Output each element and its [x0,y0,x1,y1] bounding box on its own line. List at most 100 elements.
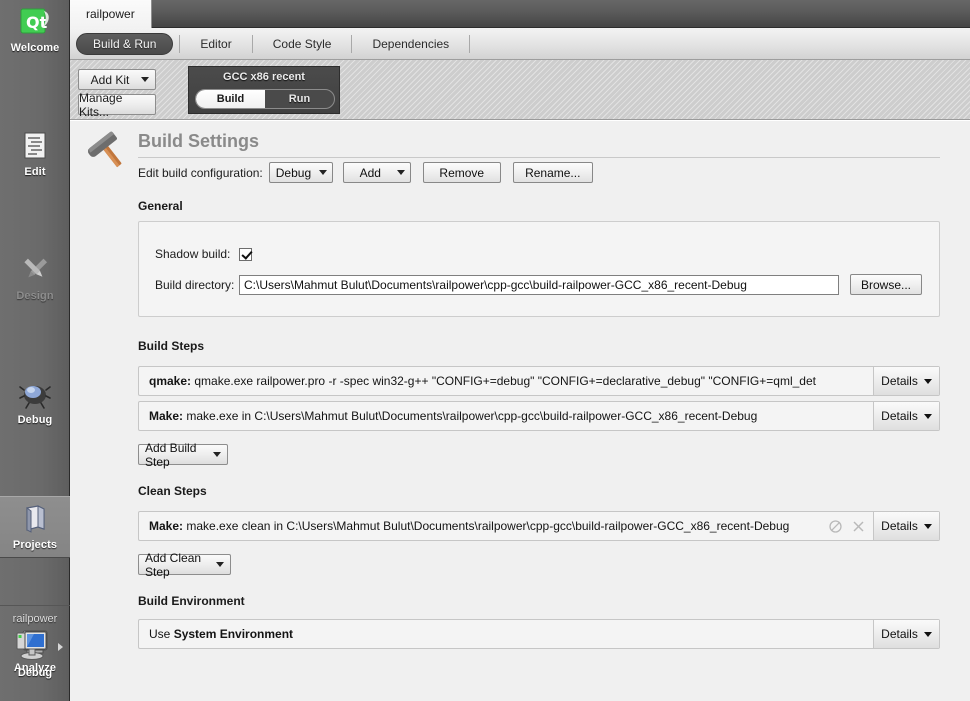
chevron-down-icon [216,562,224,567]
tab-dependencies[interactable]: Dependencies [358,34,463,54]
tab-label: Build & Run [93,36,157,51]
shadow-build-row: Shadow build: [155,247,252,261]
kit-card-gcc-x86-recent[interactable]: GCC x86 recent Build Run [188,66,340,114]
details-label: Details [881,409,918,423]
add-kit-button[interactable]: Add Kit [78,69,156,90]
brush-pencil-icon [24,258,48,278]
build-configuration-value: Debug [275,165,312,180]
build-directory-label: Build directory: [155,277,235,292]
manage-kits-button[interactable]: Manage Kits... [78,91,156,119]
add-build-step-button[interactable]: Add Build Step [138,441,228,469]
details-button[interactable]: Details [873,402,939,430]
kit-selector-toolbar: Add Kit Manage Kits... GCC x86 recent Bu… [70,60,970,120]
disable-step-icon[interactable] [829,519,842,533]
sidebar-item-edit[interactable]: Edit [0,124,70,186]
build-environment-heading: Build Environment [138,594,245,608]
kit-build-tab[interactable]: Build [196,90,265,108]
hammer-icon [88,131,122,168]
browse-label: Browse... [861,277,912,292]
environment-name: System Environment [173,627,294,641]
sidebar-item-debug[interactable]: Debug [0,372,70,434]
tab-separator [351,34,353,53]
page-title: Build Settings [138,131,259,151]
run-icon-row [0,627,70,667]
build-configuration-label: Edit build configuration: [138,165,263,180]
build-step-qmake[interactable]: qmake: qmake.exe railpower.pro -r -spec … [138,366,940,396]
details-button[interactable]: Details [873,512,939,540]
kit-run-label: Run [288,93,311,105]
details-label: Details [881,627,918,641]
browse-button[interactable]: Browse... [850,274,922,295]
build-directory-row: Build directory: C:\Users\Mahmut Bulut\D… [155,274,929,295]
kit-build-run-toggle: Build Run [195,89,335,109]
tab-label: railpower [86,7,135,21]
sidebar-item-design[interactable]: Design [0,248,70,310]
qt-logo-icon: Qt [20,8,49,34]
tab-separator [469,34,471,53]
bug-icon [19,386,51,409]
title-divider [138,157,940,158]
tab-editor[interactable]: Editor [186,34,245,54]
settings-category-tabs: Build & Run Editor Code Style Dependenci… [70,28,970,60]
chevron-down-icon [923,631,932,637]
tab-build-and-run[interactable]: Build & Run [76,32,174,55]
add-build-step-label: Add Build Step [145,440,197,469]
tab-railpower[interactable]: railpower [70,0,152,28]
build-environment-row[interactable]: Use System Environment Details [138,619,940,649]
add-configuration-button[interactable]: Add [342,162,411,183]
build-step-kind: qmake [149,374,188,388]
qt-creator-window: Qt Welcome Edit Design Debug Projects An… [0,0,970,701]
sidebar-item-projects[interactable]: Projects [0,496,70,558]
build-step-text: qmake: qmake.exe railpower.pro -r -spec … [149,374,816,388]
remove-configuration-button[interactable]: Remove [422,162,501,183]
play-arrow-icon[interactable] [58,643,63,651]
general-group-box: Shadow build: Build directory: C:\Users\… [138,221,940,317]
build-environment-text: Use System Environment [139,627,873,641]
clean-step-kind: Make [149,519,180,533]
add-clean-step-label: Add Clean Step [145,550,202,579]
sidebar-item-label: Edit [24,166,46,178]
clean-step-make[interactable]: Make: make.exe clean in C:\Users\Mahmut … [138,511,940,541]
details-label: Details [881,374,918,388]
add-clean-step-button[interactable]: Add Clean Step [138,551,231,579]
tab-label: Dependencies [372,36,450,51]
details-button[interactable]: Details [873,620,939,648]
svg-text:Qt: Qt [26,13,48,32]
build-configuration-combobox[interactable]: Debug [268,162,333,183]
project-tab-bar: railpower [70,0,970,28]
general-heading: General [138,199,183,213]
rename-label: Rename... [525,165,581,180]
remove-step-icon[interactable] [852,520,865,533]
build-settings-panel: Build Settings Edit build configuration:… [70,121,970,701]
add-kit-label: Add Kit [90,72,130,87]
chevron-down-icon [141,77,149,82]
chevron-down-icon [923,378,932,384]
kit-build-label: Build [216,93,245,105]
document-lines-icon [24,132,46,159]
clean-step-command: make.exe clean in C:\Users\Mahmut Bulut\… [186,519,790,533]
build-directory-input[interactable]: C:\Users\Mahmut Bulut\Documents\railpowe… [239,274,839,295]
build-step-command: qmake.exe railpower.pro -r -spec win32-g… [194,374,816,388]
shadow-build-checkbox[interactable] [239,247,252,261]
shadow-build-label: Shadow build: [155,247,231,261]
mode-list: Qt Welcome Edit Design Debug Projects An… [0,0,70,674]
clean-steps-heading: Clean Steps [138,484,207,498]
folder-book-icon [26,505,45,533]
run-configuration-selector[interactable]: railpower Debug [0,605,70,701]
remove-label: Remove [439,165,485,180]
computer-monitor-icon [16,631,47,660]
tab-code-style[interactable]: Code Style [259,34,346,54]
mode-selector-sidebar: Qt Welcome Edit Design Debug Projects An… [0,0,70,701]
sidebar-item-label: Design [16,290,54,302]
clean-step-actions [829,519,873,533]
build-step-make[interactable]: Make: make.exe in C:\Users\Mahmut Bulut\… [138,401,940,431]
details-button[interactable]: Details [873,367,939,395]
tab-separator [251,34,253,53]
tab-separator [179,34,181,53]
rename-configuration-button[interactable]: Rename... [512,162,593,183]
kit-run-tab[interactable]: Run [265,90,334,108]
sidebar-item-label: Debug [17,414,53,426]
build-step-text: Make: make.exe in C:\Users\Mahmut Bulut\… [149,409,758,423]
manage-kits-label: Manage Kits... [79,90,123,119]
sidebar-item-welcome[interactable]: Qt Welcome [0,0,70,62]
